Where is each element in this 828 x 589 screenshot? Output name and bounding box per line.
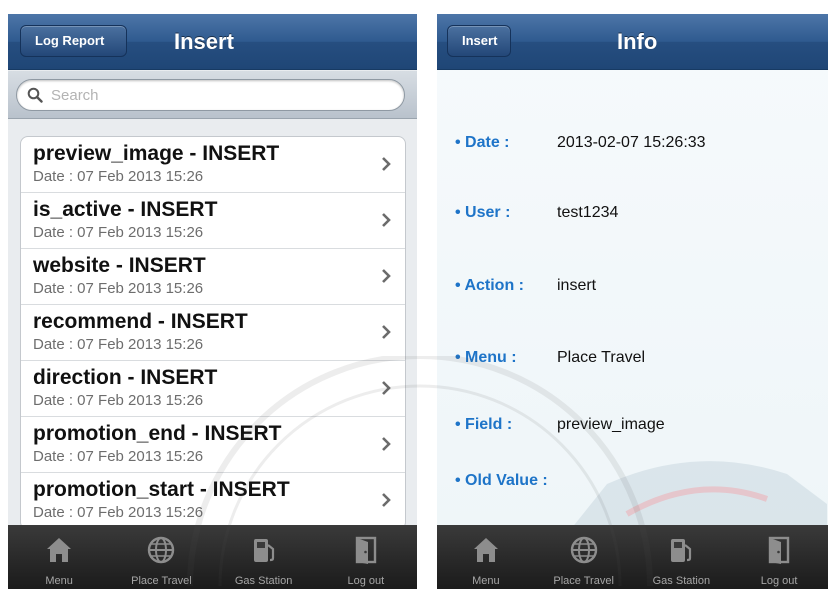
page-title: Insert <box>174 29 234 54</box>
item-title: preview_image - INSERT <box>33 142 280 165</box>
info-value: test1234 <box>557 204 619 221</box>
tab-label: Place Travel <box>553 575 614 587</box>
item-date: Date : 07 Feb 2013 15:26 <box>33 336 204 353</box>
tab-place-travel[interactable]: Place Travel <box>110 525 212 589</box>
tab-label: Log out <box>347 575 385 587</box>
tab-label: Gas Station <box>234 575 293 587</box>
chevron-right-icon <box>382 381 391 395</box>
tab-label: Log out <box>760 575 798 587</box>
tab-bar: Menu Place Travel Gas Station Log out <box>437 525 828 589</box>
navigation-bar: Insert Info <box>437 14 828 70</box>
insert-list-screen: Log Report Insert preview_image - INSERT… <box>8 14 417 589</box>
tab-label: Gas Station <box>652 575 711 587</box>
list-item[interactable]: promotion_end - INSERT Date : 07 Feb 201… <box>21 417 405 473</box>
item-title: recommend - INSERT <box>33 310 248 333</box>
tab-menu[interactable]: Menu <box>8 525 110 589</box>
list-item[interactable]: website - INSERT Date : 07 Feb 2013 15:2… <box>21 249 405 305</box>
log-report-back-button[interactable]: Log Report <box>20 25 127 57</box>
info-label: • Old Value : <box>455 472 548 489</box>
back-button-label: Insert <box>462 33 498 48</box>
list-item[interactable]: promotion_start - INSERT Date : 07 Feb 2… <box>21 473 405 529</box>
tab-gas-station[interactable]: Gas Station <box>633 525 731 589</box>
chevron-right-icon <box>382 437 391 451</box>
item-date: Date : 07 Feb 2013 15:26 <box>33 168 204 185</box>
list-item[interactable]: preview_image - INSERT Date : 07 Feb 201… <box>21 137 405 193</box>
info-detail-screen: Insert Info • Date : 2013-02-07 15:26:33… <box>437 14 828 589</box>
info-value: Place Travel <box>557 349 646 366</box>
navigation-bar: Log Report Insert <box>8 14 417 70</box>
gas-pump-icon <box>671 539 692 562</box>
item-date: Date : 07 Feb 2013 15:26 <box>33 224 204 241</box>
page-title: Info <box>617 29 658 54</box>
chevron-right-icon <box>382 493 391 507</box>
tab-label: Menu <box>45 575 73 587</box>
search-icon <box>27 87 43 103</box>
gas-pump-icon <box>253 539 274 562</box>
item-title: is_active - INSERT <box>33 198 218 221</box>
chevron-right-icon <box>382 325 391 339</box>
info-label: • Field : <box>455 416 513 433</box>
item-title: website - INSERT <box>33 254 206 277</box>
info-value: 2013-02-07 15:26:33 <box>557 134 706 151</box>
chevron-right-icon <box>382 157 391 171</box>
item-date: Date : 07 Feb 2013 15:26 <box>33 280 204 297</box>
chevron-right-icon <box>382 213 391 227</box>
list-item[interactable]: is_active - INSERT Date : 07 Feb 2013 15… <box>21 193 405 249</box>
item-title: direction - INSERT <box>33 366 218 389</box>
tab-label: Place Travel <box>131 575 192 587</box>
chevron-right-icon <box>382 269 391 283</box>
tab-log-out[interactable]: Log out <box>730 525 828 589</box>
item-date: Date : 07 Feb 2013 15:26 <box>33 392 204 409</box>
door-exit-icon <box>355 536 377 564</box>
item-title: promotion_end - INSERT <box>33 422 282 445</box>
info-label: • Menu : <box>455 349 517 366</box>
door-exit-icon <box>768 536 790 564</box>
list-item[interactable]: direction - INSERT Date : 07 Feb 2013 15… <box>21 361 405 417</box>
list-item[interactable]: recommend - INSERT Date : 07 Feb 2013 15… <box>21 305 405 361</box>
home-icon <box>473 538 498 562</box>
tab-gas-station[interactable]: Gas Station <box>213 525 315 589</box>
info-label: • Action : <box>455 277 524 294</box>
globe-icon <box>570 536 597 564</box>
background-stadium-image <box>567 461 827 534</box>
info-value: preview_image <box>557 416 665 433</box>
search-input[interactable] <box>51 86 351 104</box>
home-icon <box>47 538 72 562</box>
tab-label: Menu <box>472 575 500 587</box>
insert-back-button[interactable]: Insert <box>447 25 511 57</box>
info-label: • User : <box>455 204 511 221</box>
item-date: Date : 07 Feb 2013 15:26 <box>33 504 204 521</box>
search-field[interactable] <box>16 79 405 111</box>
globe-icon <box>148 536 175 564</box>
tab-menu[interactable]: Menu <box>437 525 535 589</box>
info-value: insert <box>557 277 597 294</box>
info-label: • Date : <box>455 134 510 151</box>
tab-log-out[interactable]: Log out <box>315 525 417 589</box>
item-title: promotion_start - INSERT <box>33 478 290 501</box>
insert-log-list: preview_image - INSERT Date : 07 Feb 201… <box>20 136 406 530</box>
search-bar <box>8 71 417 119</box>
item-date: Date : 07 Feb 2013 15:26 <box>33 448 204 465</box>
back-button-label: Log Report <box>35 33 105 48</box>
tab-place-travel[interactable]: Place Travel <box>535 525 633 589</box>
tab-bar: Menu Place Travel Gas Station Log out <box>8 525 417 589</box>
